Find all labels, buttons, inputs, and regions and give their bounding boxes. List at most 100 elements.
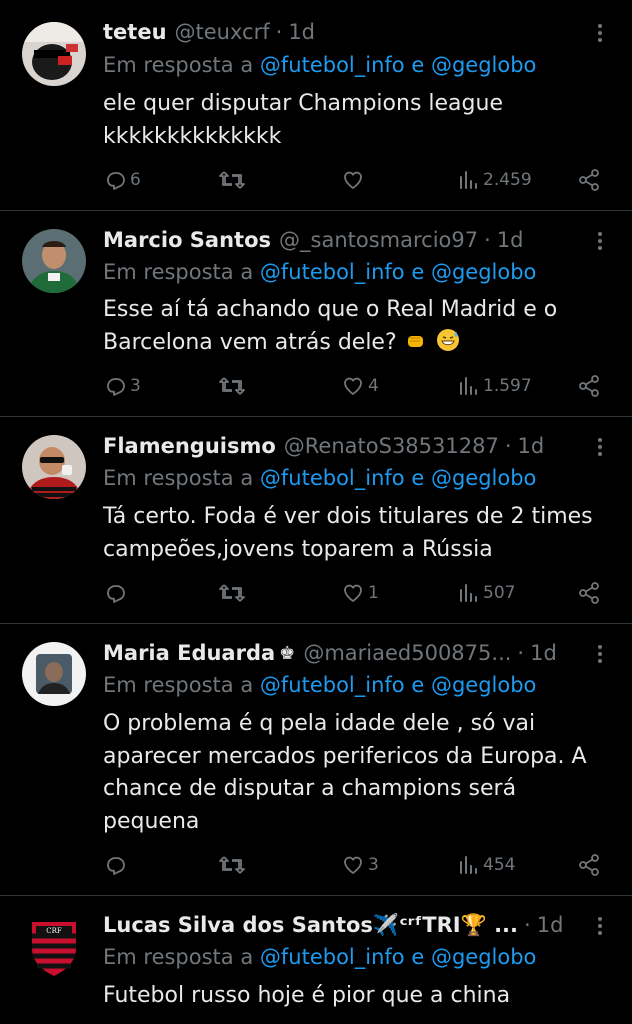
- mention-link[interactable]: @geglobo: [431, 260, 536, 284]
- timestamp[interactable]: 1d: [537, 913, 564, 937]
- tweet[interactable]: CRF Lucas Silva dos Santos✈️ᶜʳᶠTRI🏆 ... …: [0, 896, 632, 1024]
- reply-button[interactable]: 6: [103, 165, 141, 195]
- reply-prefix: Em resposta a: [103, 945, 254, 969]
- author-name[interactable]: Marcio Santos: [103, 228, 271, 252]
- author-handle[interactable]: @mariaed500875...: [303, 641, 511, 665]
- mention-link[interactable]: @futebol_info: [260, 466, 405, 490]
- separator-dot: ·: [517, 641, 525, 665]
- mention-link[interactable]: @futebol_info: [260, 53, 405, 77]
- views-button[interactable]: 2.459: [458, 165, 532, 195]
- reply-count: 3: [130, 376, 141, 396]
- mention-link[interactable]: @geglobo: [431, 945, 536, 969]
- mention-and: e: [411, 945, 425, 969]
- views-icon: [460, 856, 477, 874]
- mention-link[interactable]: @futebol_info: [260, 260, 405, 284]
- reply-count: 6: [130, 170, 141, 190]
- more-icon[interactable]: [592, 642, 608, 666]
- share-button[interactable]: [577, 165, 601, 195]
- share-icon: [579, 582, 599, 604]
- action-bar: 3 4 1.597: [103, 371, 602, 401]
- like-button[interactable]: 3: [341, 850, 379, 880]
- mention-and: e: [411, 260, 425, 284]
- share-button[interactable]: [577, 371, 601, 401]
- views-count: 454: [483, 855, 516, 875]
- avatar[interactable]: CRF: [22, 916, 86, 980]
- mention-link[interactable]: @geglobo: [431, 466, 536, 490]
- views-icon: [460, 171, 477, 189]
- avatar[interactable]: [22, 435, 86, 499]
- views-button[interactable]: 1.597: [458, 371, 532, 401]
- views-button[interactable]: 454: [458, 850, 515, 880]
- like-button[interactable]: 1: [341, 578, 379, 608]
- separator-dot: ·: [275, 20, 283, 44]
- author-handle[interactable]: @teuxcrf: [175, 20, 270, 44]
- heart-icon: [344, 584, 362, 602]
- mention-link[interactable]: @geglobo: [431, 53, 536, 77]
- more-icon[interactable]: [592, 21, 608, 45]
- tweet[interactable]: teteu @teuxcrf · 1d Em resposta a @futeb…: [0, 0, 632, 211]
- reply-context: Em resposta a @futebol_info e @geglobo: [103, 945, 612, 969]
- reply-prefix: Em resposta a: [103, 466, 254, 490]
- tweet[interactable]: Marcio Santos @_santosmarcio97 · 1d Em r…: [0, 211, 632, 417]
- tweet[interactable]: Maria Eduarda ♚ @mariaed500875... · 1d E…: [0, 624, 632, 896]
- share-icon: [579, 169, 599, 191]
- mention-link[interactable]: @futebol_info: [260, 673, 405, 697]
- more-icon[interactable]: [592, 435, 608, 459]
- retweet-button[interactable]: [218, 371, 249, 401]
- reply-button[interactable]: 3: [103, 371, 141, 401]
- share-button[interactable]: [577, 578, 601, 608]
- action-bar: 3 454: [103, 850, 602, 880]
- avatar[interactable]: [22, 22, 86, 86]
- avatar[interactable]: [22, 229, 86, 293]
- more-icon[interactable]: [592, 914, 608, 938]
- timestamp[interactable]: 1d: [518, 434, 545, 458]
- retweet-button[interactable]: [218, 578, 249, 608]
- views-button[interactable]: 507: [458, 578, 515, 608]
- action-bar: 6 2.459: [103, 165, 602, 195]
- heart-icon: [344, 856, 362, 874]
- retweet-icon: [219, 377, 245, 395]
- avatar[interactable]: [22, 642, 86, 706]
- reply-button[interactable]: [103, 578, 130, 608]
- author-handle[interactable]: @_santosmarcio97: [279, 228, 478, 252]
- timestamp[interactable]: 1d: [288, 20, 315, 44]
- mention-link[interactable]: @futebol_info: [260, 945, 405, 969]
- reply-button[interactable]: [103, 850, 130, 880]
- timestamp[interactable]: 1d: [530, 641, 557, 665]
- reply-icon: [107, 378, 125, 396]
- reply-context: Em resposta a @futebol_info e @geglobo: [103, 260, 612, 284]
- like-button[interactable]: 4: [341, 371, 379, 401]
- heart-icon: [344, 377, 362, 395]
- more-icon[interactable]: [592, 229, 608, 253]
- svg-text:CRF: CRF: [46, 927, 62, 935]
- reply-prefix: Em resposta a: [103, 260, 254, 284]
- author-name[interactable]: Flamenguismo: [103, 434, 276, 458]
- flamengo-crest-icon: CRF: [32, 922, 76, 976]
- reply-context: Em resposta a @futebol_info e @geglobo: [103, 53, 612, 77]
- retweet-button[interactable]: [218, 165, 249, 195]
- timestamp[interactable]: 1d: [497, 228, 524, 252]
- share-icon: [579, 854, 599, 876]
- tweet-text: Esse aí tá achando que o Real Madrid e o…: [103, 294, 610, 363]
- like-count: 4: [368, 376, 379, 396]
- reply-icon: [107, 857, 125, 875]
- author-handle[interactable]: @RenatoS38531287: [284, 434, 499, 458]
- author-name[interactable]: teteu: [103, 20, 167, 44]
- retweet-icon: [219, 584, 245, 602]
- views-icon: [460, 377, 477, 395]
- mention-link[interactable]: @geglobo: [431, 673, 536, 697]
- tweet-text: O problema é q pela idade dele , só vai …: [103, 711, 587, 834]
- share-button[interactable]: [577, 850, 601, 880]
- tweet[interactable]: Flamenguismo @RenatoS38531287 · 1d Em re…: [0, 417, 632, 624]
- reply-prefix: Em resposta a: [103, 53, 254, 77]
- separator-dot: ·: [504, 434, 512, 458]
- author-name[interactable]: Maria Eduarda: [103, 641, 275, 665]
- author-name[interactable]: Lucas Silva dos Santos✈️ᶜʳᶠTRI🏆 ...: [103, 913, 518, 938]
- reply-icon: [107, 172, 125, 190]
- separator-dot: ·: [524, 913, 531, 937]
- retweet-button[interactable]: [218, 850, 249, 880]
- views-icon: [460, 584, 477, 602]
- mention-and: e: [411, 53, 425, 77]
- mention-and: e: [411, 466, 425, 490]
- like-button[interactable]: [341, 165, 368, 195]
